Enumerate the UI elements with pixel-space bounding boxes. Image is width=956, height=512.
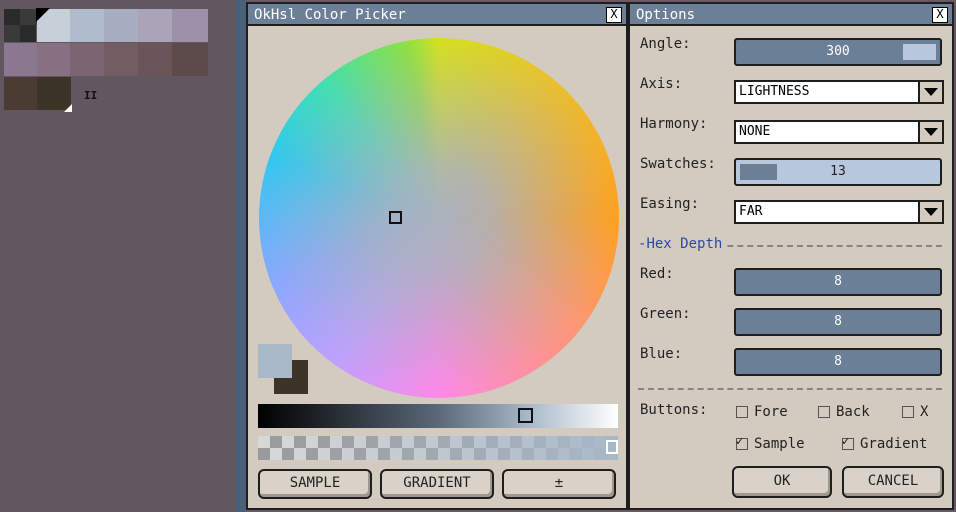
palette-swatch[interactable] [172, 9, 208, 42]
swatch-corner-marker [64, 104, 72, 112]
alpha-slider-handle[interactable] [606, 440, 618, 454]
palette-scrollbar[interactable] [236, 0, 246, 512]
angle-slider[interactable]: 300 [734, 38, 942, 66]
palette-swatch[interactable] [70, 43, 104, 76]
x-checkbox-box[interactable] [902, 406, 914, 418]
axis-label: Axis: [640, 76, 683, 92]
picker-close-icon[interactable]: X [606, 7, 622, 23]
palette-swatch[interactable] [70, 9, 104, 42]
red-label: Red: [640, 266, 674, 282]
buttons-label: Buttons: [640, 402, 708, 418]
palette-swatch[interactable] [37, 43, 70, 76]
green-slider[interactable]: 8 [734, 308, 942, 336]
palette-swatch[interactable] [172, 43, 208, 76]
palette-swatch[interactable] [4, 43, 37, 76]
x-checkbox[interactable]: X [902, 404, 928, 420]
wheel-cursor[interactable] [389, 211, 402, 224]
red-value: 8 [834, 274, 842, 289]
sample-checkbox[interactable]: Sample [736, 434, 805, 452]
palette-panel: II [0, 0, 236, 512]
axis-dropdown[interactable]: LIGHTNESS [734, 80, 944, 104]
hex-depth-heading: -Hex Depth [638, 236, 727, 252]
palette-swatch[interactable] [104, 43, 138, 76]
color-wheel[interactable] [259, 38, 619, 398]
picker-title: OkHsl Color Picker [254, 7, 406, 23]
buttons-divider [638, 388, 942, 390]
plus-minus-button[interactable]: ± [502, 469, 616, 499]
options-window: Options X Angle: 300 Axis: LIGHTNESS Har… [628, 2, 954, 510]
green-label: Green: [640, 306, 691, 322]
chevron-down-icon[interactable] [918, 80, 944, 104]
angle-value: 300 [826, 44, 850, 59]
x-checkbox-label: X [920, 404, 929, 420]
sample-checkbox-label: Sample [754, 436, 805, 452]
back-checkbox-box[interactable] [818, 406, 830, 418]
swatches-label: Swatches: [640, 156, 716, 172]
gradient-button[interactable]: GRADIENT [380, 469, 494, 499]
red-slider[interactable]: 8 [734, 268, 942, 296]
harmony-value: NONE [739, 124, 771, 139]
swatches-slider[interactable]: 13 [734, 158, 942, 186]
easing-value: FAR [739, 204, 763, 219]
cancel-button[interactable]: CANCEL [842, 466, 944, 498]
options-close-icon[interactable]: X [932, 7, 948, 23]
fore-checkbox[interactable]: Fore [736, 404, 788, 420]
pause-icon[interactable]: II [84, 89, 97, 102]
palette-swatch[interactable] [4, 77, 37, 110]
chevron-down-icon[interactable] [918, 120, 944, 144]
palette-swatch[interactable] [4, 25, 20, 42]
easing-dropdown[interactable]: FAR [734, 200, 944, 224]
options-titlebar[interactable]: Options X [630, 4, 952, 26]
palette-swatch[interactable] [4, 9, 20, 25]
green-value: 8 [834, 314, 842, 329]
blue-label: Blue: [640, 346, 683, 362]
back-checkbox[interactable]: Back [818, 404, 870, 420]
palette-swatch[interactable] [20, 25, 36, 42]
blue-value: 8 [834, 354, 842, 369]
harmony-label: Harmony: [640, 116, 708, 132]
palette-swatch[interactable] [20, 9, 37, 25]
blue-slider[interactable]: 8 [734, 348, 942, 376]
alpha-slider[interactable] [258, 436, 618, 460]
palette-swatch[interactable] [138, 9, 172, 42]
palette-swatch[interactable] [104, 9, 138, 42]
lightness-slider[interactable] [258, 404, 618, 428]
ok-button[interactable]: OK [732, 466, 832, 498]
sample-checkbox-box[interactable] [736, 434, 748, 450]
selected-swatch-marker [36, 8, 50, 22]
hex-depth-label: Hex Depth [646, 236, 723, 252]
fore-checkbox-box[interactable] [736, 406, 748, 418]
okhsl-picker-window: OkHsl Color Picker X SAMPLE GRADIENT ± [246, 2, 628, 510]
foreground-color-swatch[interactable] [258, 344, 292, 378]
palette-swatch[interactable] [138, 43, 172, 76]
chevron-down-icon[interactable] [918, 200, 944, 224]
picker-titlebar[interactable]: OkHsl Color Picker X [248, 4, 626, 26]
gradient-checkbox-label: Gradient [860, 436, 928, 452]
sample-button[interactable]: SAMPLE [258, 469, 372, 499]
lightness-slider-handle[interactable] [518, 408, 533, 423]
angle-label: Angle: [640, 36, 691, 52]
axis-value: LIGHTNESS [739, 84, 810, 99]
gradient-checkbox-box[interactable] [842, 434, 854, 450]
harmony-dropdown[interactable]: NONE [734, 120, 944, 144]
options-title: Options [636, 7, 696, 23]
swatches-value: 13 [830, 164, 846, 179]
fore-checkbox-label: Fore [754, 404, 788, 420]
easing-label: Easing: [640, 196, 700, 212]
gradient-checkbox[interactable]: Gradient [842, 434, 928, 452]
back-checkbox-label: Back [836, 404, 870, 420]
